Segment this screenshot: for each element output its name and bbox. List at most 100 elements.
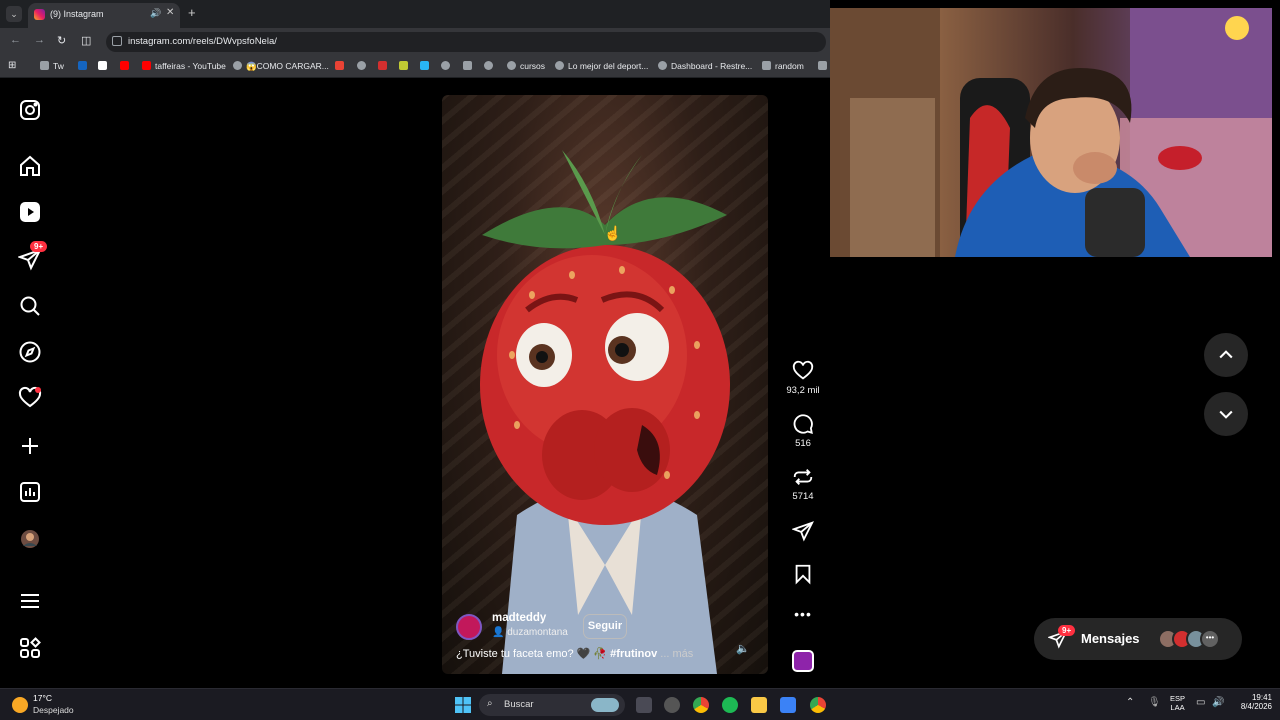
share-button[interactable]	[783, 520, 823, 542]
like-count: 93,2 mil	[786, 385, 820, 396]
messages-badge: 9+	[30, 241, 48, 252]
previous-reel-button[interactable]	[1204, 333, 1248, 377]
volume-icon[interactable]: 🔊	[1212, 697, 1224, 708]
forward-icon[interactable]: →	[34, 34, 45, 46]
spotify-icon[interactable]	[722, 697, 738, 713]
address-bar[interactable]: instagram.com/reels/DWvpsfoNela/	[106, 32, 826, 52]
caption-hashtag[interactable]: #frutinov	[610, 648, 657, 660]
search-icon[interactable]	[18, 294, 42, 318]
explore-icon[interactable]	[18, 340, 42, 364]
tab-close-icon[interactable]: ✕	[166, 7, 174, 18]
bookmark-item[interactable]	[399, 61, 412, 73]
also-from-meta-icon[interactable]	[18, 636, 42, 660]
tab-audio-icon[interactable]: 🔊	[150, 8, 161, 19]
bookmark-item[interactable]: random	[762, 61, 804, 73]
bookmark-item[interactable]	[484, 61, 497, 73]
clock-date: 8/4/2026	[1240, 702, 1272, 711]
reel-video[interactable]: madteddy 👤 duzamontana Seguir ¿Tuviste t…	[442, 95, 768, 674]
bookmark-icon	[399, 61, 408, 70]
apps-grid-icon[interactable]: ⊞	[8, 60, 16, 72]
bookmark-item[interactable]	[378, 61, 391, 73]
file-explorer-icon[interactable]	[751, 697, 767, 713]
author-avatar[interactable]	[456, 614, 482, 640]
bookmark-item[interactable]: Dashboard - Restre...	[658, 61, 752, 73]
mouse-cursor-icon: ☝	[604, 226, 621, 240]
strawberry-character-image	[480, 150, 730, 674]
bookmark-item[interactable]: Lo mejor del deport...	[555, 61, 648, 73]
chrome-icon[interactable]	[693, 697, 709, 713]
save-button[interactable]	[783, 563, 823, 585]
reels-icon[interactable]	[18, 200, 42, 224]
more-menu-icon[interactable]	[18, 589, 42, 613]
repost-button[interactable]: 5714	[783, 466, 823, 502]
split-view-icon[interactable]: ◫	[81, 34, 91, 47]
obs-icon[interactable]	[664, 697, 680, 713]
windows-taskbar: 17°C Despejado ⌕ Buscar ⌃ 🎙 ESP LAA ▭ 🔊 …	[0, 688, 1280, 720]
create-icon[interactable]	[18, 434, 42, 458]
globe-icon	[658, 61, 667, 70]
new-tab-button[interactable]: +	[188, 5, 196, 21]
caption-more-link[interactable]: ... más	[660, 648, 693, 660]
messages-label: Mensajes	[1081, 631, 1140, 646]
mic-icon[interactable]: 🎙	[1148, 697, 1161, 708]
caption-text: ¿Tuviste tu faceta emo? 🖤 🥀	[456, 648, 608, 660]
bookmark-item[interactable]	[120, 61, 133, 73]
more-options-icon[interactable]: •••	[783, 606, 823, 622]
weather-desc[interactable]: Despejado	[33, 705, 74, 715]
mute-icon[interactable]: 🔈	[736, 642, 750, 655]
bookmark-item[interactable]	[98, 61, 111, 73]
like-button[interactable]: 93,2 mil	[783, 360, 823, 396]
bookmark-item[interactable]	[463, 61, 476, 73]
audio-thumbnail[interactable]	[792, 650, 814, 672]
author-username[interactable]: madteddy	[492, 612, 546, 624]
weather-moon-icon[interactable]	[12, 697, 28, 713]
weather-temp[interactable]: 17°C	[33, 693, 52, 703]
bookmark-label: Lo mejor del deport...	[568, 61, 649, 71]
bookmark-icon	[420, 61, 429, 70]
collab-row[interactable]: 👤 duzamontana	[492, 627, 568, 638]
dashboard-icon[interactable]	[18, 480, 42, 504]
instagram-logo-icon[interactable]	[18, 98, 42, 122]
language-indicator[interactable]: ESP LAA	[1170, 694, 1185, 712]
network-icon[interactable]: ▭	[1196, 697, 1205, 708]
bookmark-item[interactable]	[78, 61, 91, 73]
bookmark-item[interactable]: cursos	[507, 61, 545, 73]
reel-caption[interactable]: ¿Tuviste tu faceta emo? 🖤 🥀 #frutinov ..…	[456, 647, 693, 660]
repost-count: 5714	[792, 491, 814, 502]
browser-tab-instagram[interactable]: (9) Instagram 🔊 ✕	[28, 3, 180, 28]
globe-icon	[555, 61, 564, 70]
browser-toolbar: ← → ↻ ◫ instagram.com/reels/DWvpsfoNela/	[0, 28, 830, 56]
follow-button[interactable]: Seguir	[583, 614, 627, 639]
site-info-icon[interactable]	[112, 36, 122, 46]
chrome-profile-icon[interactable]	[810, 697, 826, 713]
tray-chevron-up-icon[interactable]: ⌃	[1126, 697, 1134, 708]
heart-icon	[792, 360, 814, 380]
bookmark-item[interactable]	[357, 61, 370, 73]
store-icon[interactable]	[780, 697, 796, 713]
clock[interactable]: 19:41 8/4/2026	[1232, 693, 1272, 711]
comment-button[interactable]: 516	[783, 413, 823, 449]
messages-pill[interactable]: 9+ Mensajes •••	[1034, 618, 1242, 660]
windows-start-icon[interactable]	[455, 697, 471, 713]
globe-icon	[233, 61, 242, 70]
notifications-icon[interactable]	[18, 386, 42, 410]
bookmark-icon	[463, 61, 472, 70]
webcam-overlay	[830, 8, 1272, 257]
bookmark-item[interactable]: Tw	[40, 61, 64, 73]
folder-icon	[40, 61, 49, 70]
back-icon[interactable]: ←	[10, 34, 21, 46]
bookmark-item[interactable]: 😱COMO CARGAR...	[233, 61, 329, 73]
tab-search-dropdown[interactable]: ⌄	[6, 6, 22, 22]
taskbar-search-box[interactable]: ⌕ Buscar	[479, 694, 625, 716]
bookmark-item[interactable]: taffeiras - YouTube	[142, 61, 226, 73]
reload-icon[interactable]: ↻	[57, 34, 66, 47]
home-icon[interactable]	[18, 154, 42, 178]
next-reel-button[interactable]	[1204, 392, 1248, 436]
collab-username: duzamontana	[507, 627, 568, 638]
messages-icon[interactable]: 9+	[17, 241, 48, 271]
task-view-icon[interactable]	[636, 697, 652, 713]
bookmark-item[interactable]	[335, 61, 348, 73]
bookmark-item[interactable]	[420, 61, 433, 73]
profile-avatar[interactable]	[18, 527, 42, 551]
bookmark-item[interactable]	[441, 61, 454, 73]
